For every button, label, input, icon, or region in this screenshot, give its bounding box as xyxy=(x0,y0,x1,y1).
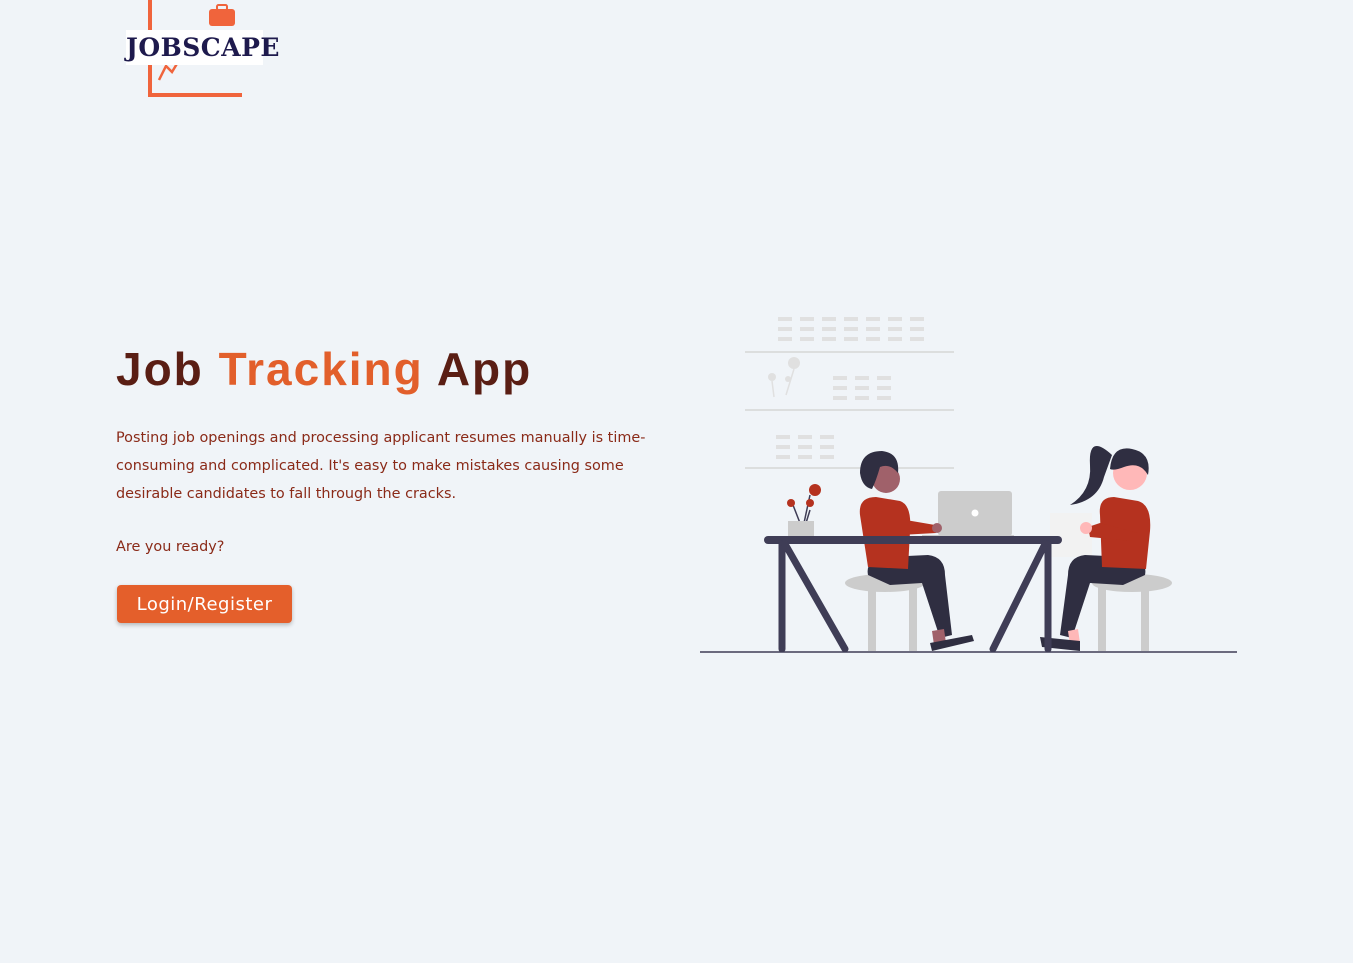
title-part-1: Job xyxy=(116,343,219,395)
title-accent: Tracking xyxy=(218,343,424,395)
page-title: Job Tracking App xyxy=(116,342,532,396)
title-part-2: App xyxy=(423,343,533,395)
logo-wordmark: JOBSCAPE xyxy=(126,30,279,65)
brand-logo[interactable]: JOBSCAPE xyxy=(126,0,279,100)
hero-description: Posting job openings and processing appl… xyxy=(116,430,646,502)
shelf-items xyxy=(768,317,924,459)
person-right xyxy=(1040,446,1151,651)
illustration-svg xyxy=(700,317,1237,653)
hero-prompt: Are you ready? xyxy=(116,539,225,555)
office-workers-illustration xyxy=(700,305,1240,657)
shelves xyxy=(745,351,954,469)
plant xyxy=(787,484,821,537)
login-register-button[interactable]: Login/Register xyxy=(117,585,292,623)
